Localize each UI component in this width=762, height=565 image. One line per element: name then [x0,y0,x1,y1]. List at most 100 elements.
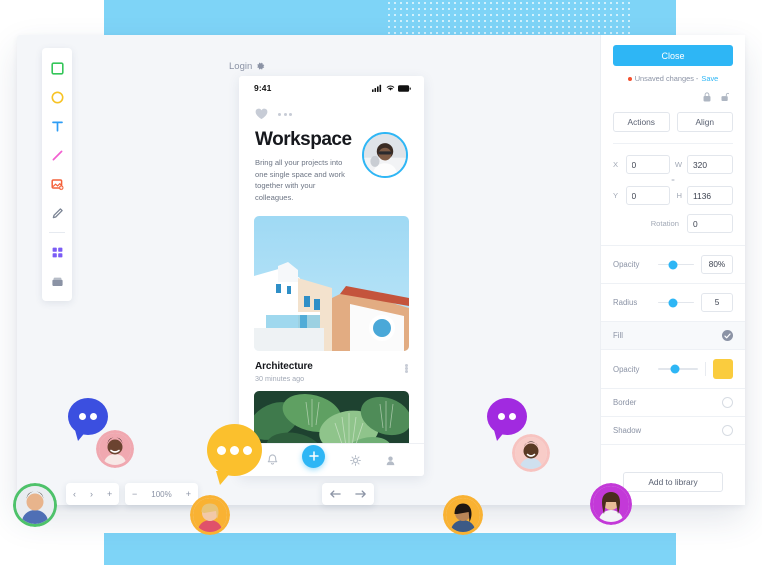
bubble-dots [217,445,252,455]
rotation-row: Rotation [613,214,733,233]
x-w-row: X W [613,155,733,174]
actions-button[interactable]: Actions [613,112,670,132]
avatar-purple[interactable] [590,483,632,525]
opacity-slider[interactable] [658,260,694,269]
phone-hero: Workspace Bring all your projects into o… [239,120,424,204]
decorative-band-bottom [104,533,676,565]
status-dot [627,76,632,81]
status-icons [372,84,411,92]
inspector-action-buttons: Actions Align [613,112,733,132]
w-input[interactable] [687,155,733,174]
inspector-panel: Close Unsaved changes - Save Actions Ali… [600,35,745,505]
line-tool[interactable] [44,142,70,168]
components-tool[interactable] [44,239,70,265]
avatar-pink-right[interactable] [512,434,550,472]
ellipse-tool[interactable] [44,84,70,110]
inspector-header: Close Unsaved changes - Save Actions Ali… [601,35,745,144]
phone-mockup: 9:41 Workspace Bring all your projects i… [239,76,424,476]
fill-color-swatch[interactable] [713,359,733,379]
radius-slider[interactable] [658,298,694,307]
x-input[interactable] [625,155,670,174]
artboard-label[interactable]: Login [229,61,265,72]
bubble-dots [79,413,97,420]
shadow-label: Shadow [613,426,642,435]
fill-opacity-label: Opacity [613,364,640,374]
avatar-pink-left[interactable] [96,430,134,468]
rectangle-tool[interactable] [44,55,70,81]
divider [601,444,745,445]
fill-opacity-row: Opacity [601,350,745,388]
y-h-row: Y H [613,186,733,205]
divider [705,362,706,376]
phone-top-icons [239,100,424,120]
radius-row: Radius 5 [601,284,745,321]
redo-button[interactable] [348,483,374,505]
text-tool[interactable] [44,113,70,139]
toolbar-divider [49,232,65,233]
add-page-button[interactable]: + [100,483,119,505]
lock-closed-icon[interactable] [703,92,711,102]
avatar-green[interactable] [13,483,57,527]
more-dots-icon[interactable] [278,112,292,116]
fill-toggle-row[interactable]: Fill [601,322,745,349]
pen-tool[interactable] [44,200,70,226]
more-dots-icon[interactable] [405,363,408,373]
opacity-label: Opacity [613,260,640,269]
photo-card-architecture[interactable] [254,215,409,351]
gear-icon [257,62,265,70]
tab-add[interactable] [302,444,326,468]
border-toggle-row[interactable]: Border [601,389,745,416]
opacity-value[interactable]: 80% [701,255,733,274]
hero-description: Bring all your projects into one single … [255,157,345,203]
radio-off-icon[interactable] [722,397,733,408]
chat-bubble-blue[interactable] [68,398,108,441]
rotation-label: Rotation [650,219,679,228]
save-link[interactable]: Save [701,74,718,83]
unsaved-status: Unsaved changes - Save [613,74,733,83]
zoom-out-button[interactable]: − [125,483,144,505]
tab-settings[interactable] [349,454,361,466]
h-label: H [676,191,682,200]
bubble-dots [498,413,516,420]
fill-opacity-slider[interactable] [658,364,698,374]
tab-notifications[interactable] [267,454,278,466]
undo-button[interactable] [322,483,348,505]
card-timestamp: 30 minutes ago [255,373,305,383]
avatar-orange-dark[interactable] [443,495,483,535]
y-input[interactable] [625,186,670,205]
avatar-orange-blonde[interactable] [190,495,230,535]
decorative-dot-pattern [386,0,634,36]
screen: Login 9:41 Workspace Bring all your proj… [0,0,762,565]
checkmark-icon[interactable] [722,330,733,341]
zoom-level[interactable]: 100% [144,483,178,505]
radio-off-icon[interactable] [722,425,733,436]
lock-controls [613,92,733,102]
add-to-library-button[interactable]: Add to library [623,472,723,492]
image-tool[interactable] [44,171,70,197]
phone-status-bar: 9:41 [239,76,424,100]
next-page-button[interactable]: › [83,483,100,505]
chat-bubble-yellow[interactable] [207,424,262,485]
heart-icon[interactable] [255,108,268,120]
shadow-toggle-row[interactable]: Shadow [601,417,745,444]
rotation-input[interactable] [687,214,733,233]
chat-bubble-purple[interactable] [487,398,527,441]
radius-value[interactable]: 5 [701,293,733,312]
battery-icon [398,84,411,92]
link-chain-icon[interactable]: ⚭ [613,177,733,184]
archive-tool[interactable] [44,268,70,294]
zoom-control: − 100% + [125,483,198,505]
lock-open-icon[interactable] [721,92,729,102]
align-button[interactable]: Align [676,112,733,132]
card-meta: Architecture 30 minutes ago [239,351,424,383]
tab-profile[interactable] [385,455,396,466]
close-button[interactable]: Close [613,45,733,66]
card-meta-text: Architecture 30 minutes ago [255,361,405,383]
prev-page-button[interactable]: ‹ [66,483,83,505]
radius-label: Radius [613,298,638,307]
fill-label: Fill [613,331,623,340]
signal-icon [372,84,382,92]
status-time: 9:41 [254,83,272,93]
border-label: Border [613,398,637,407]
h-input[interactable] [687,186,733,205]
